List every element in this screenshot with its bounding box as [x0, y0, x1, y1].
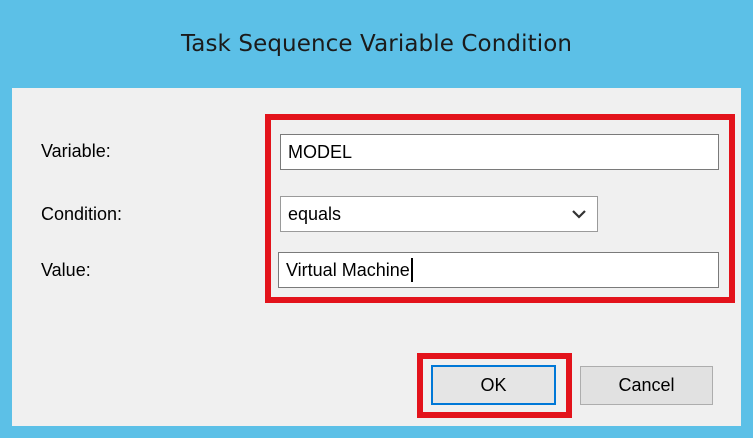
cancel-button[interactable]: Cancel — [580, 366, 713, 405]
value-label-text: Value: — [41, 260, 91, 280]
dialog-title: Task Sequence Variable Condition — [180, 31, 573, 57]
ok-button-highlight-box — [417, 353, 572, 418]
dialog-window: Task Sequence Variable Condition Variabl… — [0, 0, 753, 438]
inputs-highlight-box — [265, 114, 735, 303]
condition-label: Condition: — [41, 204, 123, 224]
cancel-button-label: Cancel — [618, 375, 675, 395]
title-bar[interactable]: Task Sequence Variable Condition — [0, 0, 753, 88]
variable-label: Variable: — [41, 141, 111, 161]
